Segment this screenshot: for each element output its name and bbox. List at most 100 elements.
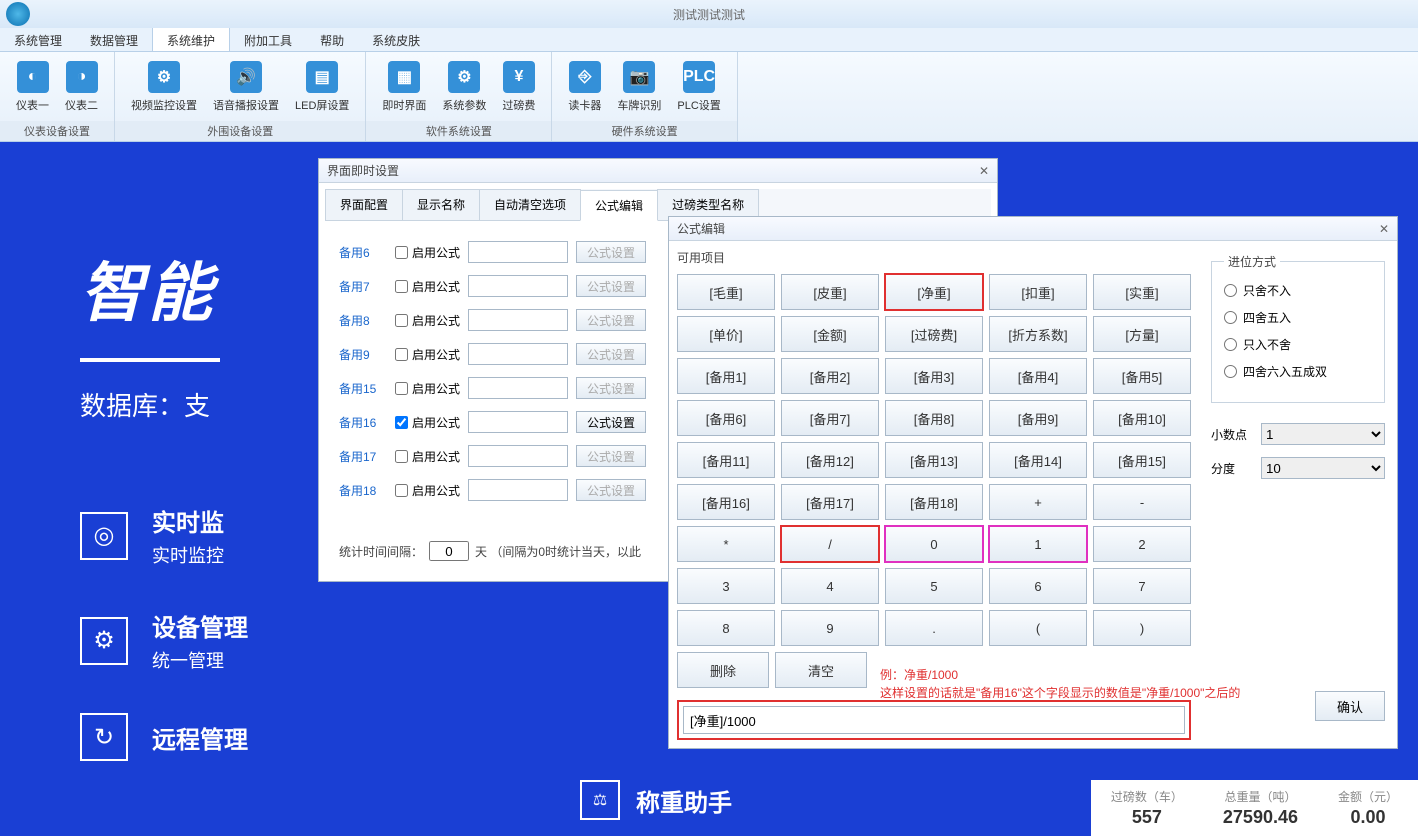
calc-button[interactable]: [备用14]: [989, 442, 1087, 478]
enable-formula-checkbox[interactable]: [395, 450, 408, 463]
enable-formula-checkbox[interactable]: [395, 348, 408, 361]
calc-button[interactable]: +: [989, 484, 1087, 520]
tab-display-name[interactable]: 显示名称: [402, 189, 480, 220]
calc-button[interactable]: [备用4]: [989, 358, 1087, 394]
calc-button[interactable]: /: [781, 526, 879, 562]
calc-button[interactable]: [备用2]: [781, 358, 879, 394]
calc-button[interactable]: [备用12]: [781, 442, 879, 478]
tab-formula-edit[interactable]: 公式编辑: [580, 190, 658, 221]
formula-settings-button[interactable]: 公式设置: [576, 343, 646, 365]
formula-value-input[interactable]: [468, 275, 568, 297]
calc-button[interactable]: [备用8]: [885, 400, 983, 436]
dialog1-titlebar[interactable]: 界面即时设置 ✕: [319, 159, 997, 183]
calc-button[interactable]: 6: [989, 568, 1087, 604]
calc-button[interactable]: [备用7]: [781, 400, 879, 436]
ribbon-btn-interface[interactable]: ▦即时界面: [374, 59, 434, 115]
formula-value-input[interactable]: [468, 241, 568, 263]
menu-data-manage[interactable]: 数据管理: [76, 28, 152, 51]
enable-formula-checkbox-wrap[interactable]: 启用公式: [395, 448, 460, 465]
calc-button[interactable]: [过磅费]: [885, 316, 983, 352]
calc-button[interactable]: [毛重]: [677, 274, 775, 310]
menu-addon-tools[interactable]: 附加工具: [230, 28, 306, 51]
ribbon-btn-reader[interactable]: ⎆读卡器: [560, 59, 609, 115]
delete-button[interactable]: 删除: [677, 652, 769, 688]
calc-button[interactable]: [皮重]: [781, 274, 879, 310]
rounding-option-1[interactable]: 四舍五入: [1224, 309, 1372, 326]
formula-value-input[interactable]: [468, 377, 568, 399]
calc-button[interactable]: 9: [781, 610, 879, 646]
enable-formula-checkbox[interactable]: [395, 484, 408, 497]
tab-auto-clear[interactable]: 自动清空选项: [479, 189, 581, 220]
enable-formula-checkbox[interactable]: [395, 416, 408, 429]
confirm-button[interactable]: 确认: [1315, 691, 1385, 721]
calc-button[interactable]: 5: [885, 568, 983, 604]
enable-formula-checkbox-wrap[interactable]: 启用公式: [395, 312, 460, 329]
stats-interval-input[interactable]: [429, 541, 469, 561]
enable-formula-checkbox-wrap[interactable]: 启用公式: [395, 244, 460, 261]
enable-formula-checkbox-wrap[interactable]: 启用公式: [395, 414, 460, 431]
calc-button[interactable]: [净重]: [885, 274, 983, 310]
formula-settings-button[interactable]: 公式设置: [576, 275, 646, 297]
calc-button[interactable]: [金额]: [781, 316, 879, 352]
calc-button[interactable]: [折方系数]: [989, 316, 1087, 352]
ribbon-btn-params[interactable]: ⚙系统参数: [434, 59, 494, 115]
enable-formula-checkbox-wrap[interactable]: 启用公式: [395, 482, 460, 499]
formula-value-input[interactable]: [468, 479, 568, 501]
enable-formula-checkbox[interactable]: [395, 280, 408, 293]
formula-settings-button[interactable]: 公式设置: [576, 411, 646, 433]
calc-button[interactable]: [备用9]: [989, 400, 1087, 436]
ribbon-btn-fee[interactable]: ¥过磅费: [494, 59, 543, 115]
calc-button[interactable]: ): [1093, 610, 1191, 646]
ribbon-btn-meter1[interactable]: ◐仪表一: [8, 59, 57, 115]
calc-button[interactable]: 3: [677, 568, 775, 604]
calc-button[interactable]: [方量]: [1093, 316, 1191, 352]
dialog2-close-icon[interactable]: ✕: [1379, 222, 1389, 236]
menu-skin[interactable]: 系统皮肤: [358, 28, 434, 51]
ribbon-btn-plate[interactable]: 📷车牌识别: [609, 59, 669, 115]
calc-button[interactable]: [备用3]: [885, 358, 983, 394]
formula-value-input[interactable]: [468, 309, 568, 331]
dialog2-titlebar[interactable]: 公式编辑 ✕: [669, 217, 1397, 241]
calc-button[interactable]: 1: [989, 526, 1087, 562]
calc-button[interactable]: -: [1093, 484, 1191, 520]
calc-button[interactable]: 4: [781, 568, 879, 604]
ribbon-btn-voice[interactable]: 🔊语音播报设置: [205, 59, 287, 115]
enable-formula-checkbox[interactable]: [395, 382, 408, 395]
enable-formula-checkbox[interactable]: [395, 314, 408, 327]
formula-settings-button[interactable]: 公式设置: [576, 445, 646, 467]
menu-system-maintain[interactable]: 系统维护: [152, 28, 230, 51]
calc-button[interactable]: [扣重]: [989, 274, 1087, 310]
menu-system-manage[interactable]: 系统管理: [0, 28, 76, 51]
calc-button[interactable]: .: [885, 610, 983, 646]
ribbon-btn-led[interactable]: ▤LED屏设置: [287, 59, 357, 115]
formula-value-input[interactable]: [468, 343, 568, 365]
tab-interface-config[interactable]: 界面配置: [325, 189, 403, 220]
enable-formula-checkbox-wrap[interactable]: 启用公式: [395, 346, 460, 363]
calc-button[interactable]: [实重]: [1093, 274, 1191, 310]
formula-input[interactable]: [683, 706, 1185, 734]
formula-settings-button[interactable]: 公式设置: [576, 377, 646, 399]
calc-button[interactable]: [备用17]: [781, 484, 879, 520]
calc-button[interactable]: *: [677, 526, 775, 562]
enable-formula-checkbox-wrap[interactable]: 启用公式: [395, 278, 460, 295]
rounding-option-3[interactable]: 四舍六入五成双: [1224, 363, 1372, 380]
calc-button[interactable]: 7: [1093, 568, 1191, 604]
calc-button[interactable]: 0: [885, 526, 983, 562]
dialog1-close-icon[interactable]: ✕: [979, 164, 989, 178]
calc-button[interactable]: [备用10]: [1093, 400, 1191, 436]
calc-button[interactable]: 2: [1093, 526, 1191, 562]
formula-settings-button[interactable]: 公式设置: [576, 241, 646, 263]
calc-button[interactable]: [备用16]: [677, 484, 775, 520]
calc-button[interactable]: [备用13]: [885, 442, 983, 478]
calc-button[interactable]: [备用18]: [885, 484, 983, 520]
ribbon-btn-video[interactable]: ⚙视频监控设置: [123, 59, 205, 115]
clear-button[interactable]: 清空: [775, 652, 867, 688]
formula-settings-button[interactable]: 公式设置: [576, 309, 646, 331]
decimal-select[interactable]: 1: [1261, 423, 1385, 445]
calc-button[interactable]: [备用15]: [1093, 442, 1191, 478]
scale-select[interactable]: 10: [1261, 457, 1385, 479]
calc-button[interactable]: [备用1]: [677, 358, 775, 394]
calc-button[interactable]: [备用6]: [677, 400, 775, 436]
calc-button[interactable]: [备用11]: [677, 442, 775, 478]
enable-formula-checkbox-wrap[interactable]: 启用公式: [395, 380, 460, 397]
